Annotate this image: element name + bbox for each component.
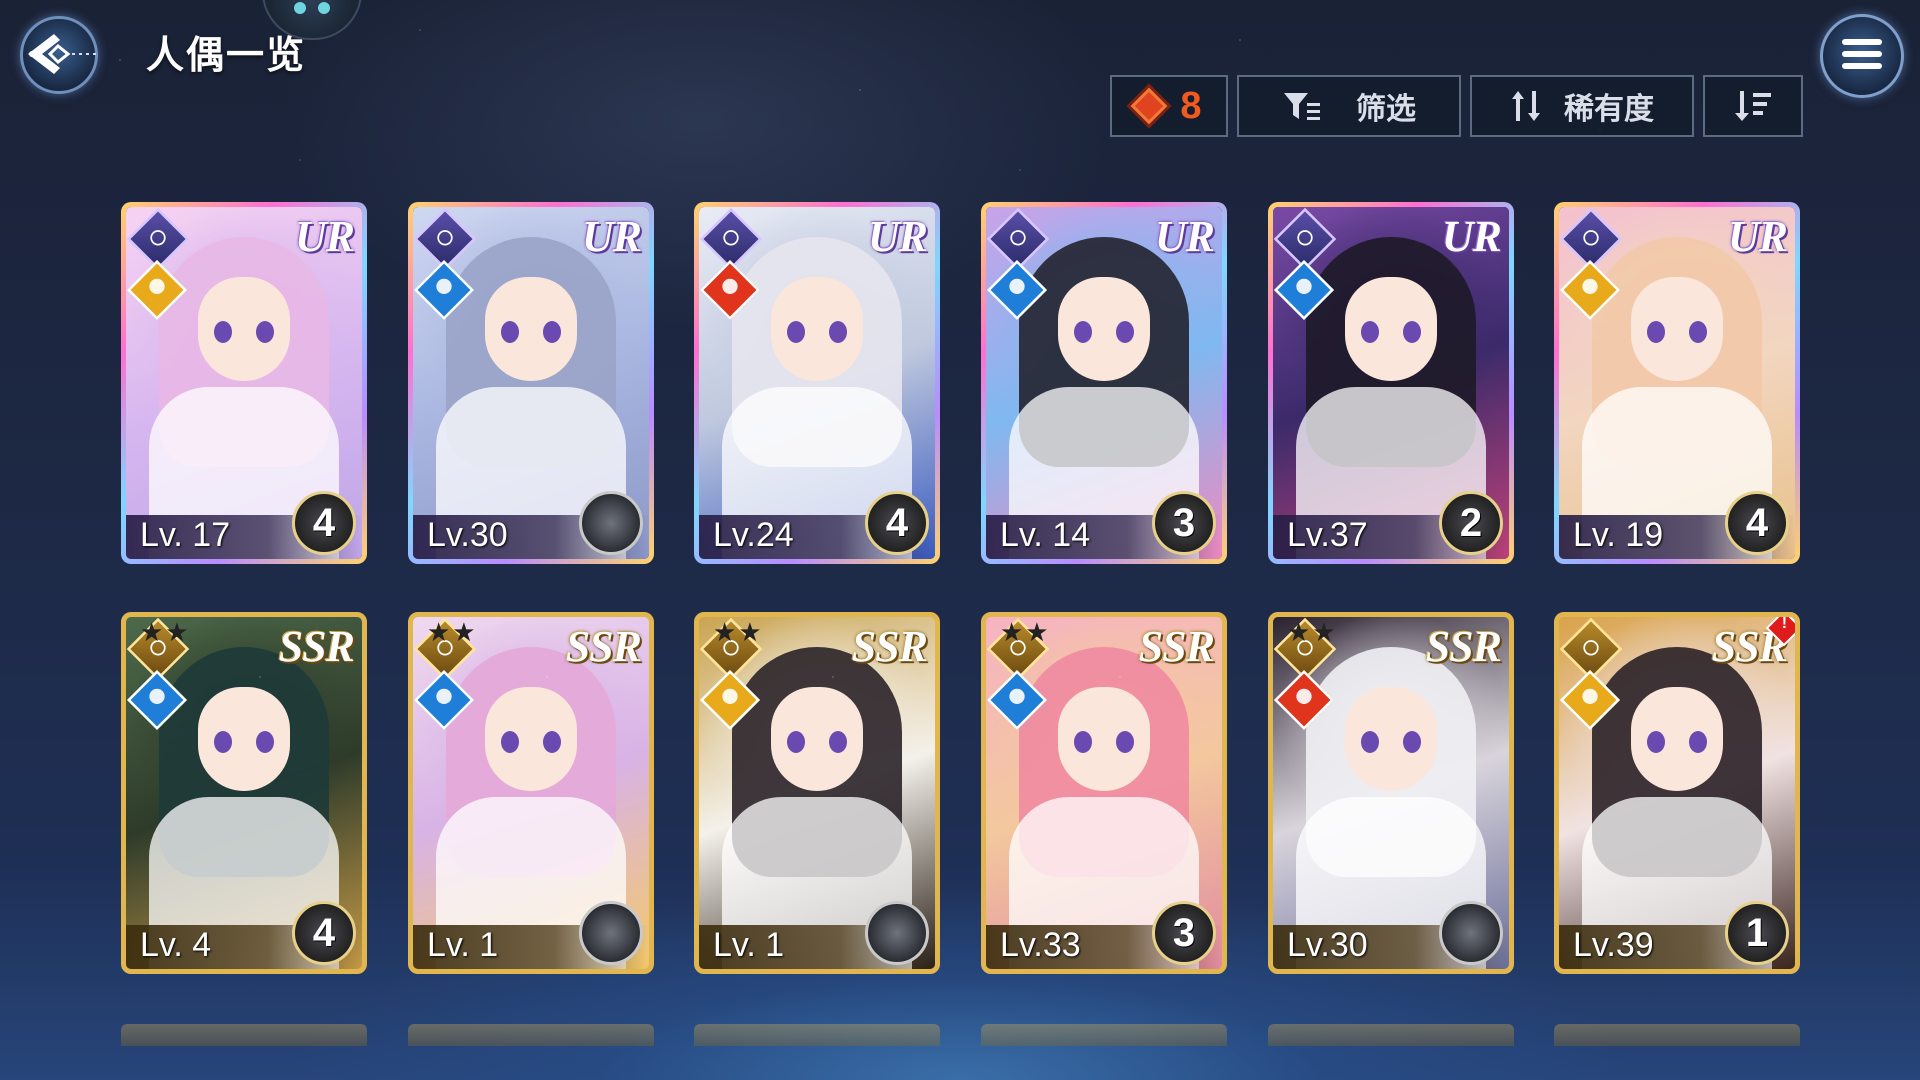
tier-badge: 3	[1152, 901, 1216, 965]
rarity-label: UR	[1727, 212, 1788, 261]
level-label: Lv. 1	[713, 926, 785, 964]
rarity-label: UR	[1441, 212, 1502, 261]
rarity-label: UR	[867, 212, 928, 261]
tier-badge: 4	[1725, 491, 1789, 555]
next-row-card	[1268, 1024, 1514, 1046]
doll-card[interactable]: SSR Lv.33 3 ★★	[981, 612, 1227, 974]
level-label: Lv. 17	[140, 516, 231, 554]
filter-label: 筛选	[1356, 93, 1416, 126]
doll-card[interactable]: UR Lv. 14 3	[981, 202, 1227, 564]
rarity-label: SSR	[1425, 622, 1502, 671]
doll-card[interactable]: SSR Lv. 1 ★★	[694, 612, 940, 974]
doll-card[interactable]: SSR Lv. 1 ★★	[408, 612, 654, 974]
doll-card[interactable]: UR Lv.30	[408, 202, 654, 564]
rarity-label: SSR	[1138, 622, 1215, 671]
rarity-label: SSR	[565, 622, 642, 671]
rarity-label: SSR	[278, 622, 355, 671]
level-label: Lv.39	[1573, 926, 1654, 964]
back-button[interactable]	[14, 14, 102, 94]
sort-rarity-button[interactable]: 稀有度	[1470, 75, 1694, 137]
gem-icon	[1131, 87, 1168, 125]
rarity-label: UR	[294, 212, 355, 261]
level-label: Lv. 1	[427, 926, 499, 964]
tier-badge: 3	[1152, 491, 1216, 555]
wing-emblem-icon	[579, 491, 643, 555]
doll-card[interactable]: UR Lv. 19 4	[1554, 202, 1800, 564]
next-row-card	[121, 1024, 367, 1046]
tier-badge: 1	[1725, 901, 1789, 965]
filter-button[interactable]: 筛选	[1237, 75, 1461, 137]
level-label: Lv.37	[1287, 516, 1368, 554]
level-label: Lv. 14	[1000, 516, 1091, 554]
level-label: Lv.30	[1287, 926, 1368, 964]
back-arrow-icon	[28, 34, 98, 74]
doll-card[interactable]: SSR Lv. 4 4 ★★	[121, 612, 367, 974]
tier-badge: 2	[1439, 491, 1503, 555]
level-label: Lv. 19	[1573, 516, 1664, 554]
rarity-label: SSR	[851, 622, 928, 671]
filter-icon	[1284, 93, 1320, 120]
page-title: 人偶一览	[146, 35, 307, 77]
wing-emblem-icon	[1439, 901, 1503, 965]
doll-card[interactable]: UR Lv.37 2	[1268, 202, 1514, 564]
doll-count-display: 8	[1110, 75, 1228, 137]
doll-card[interactable]: SSR Lv.30 ★★	[1268, 612, 1514, 974]
next-row-card	[408, 1024, 654, 1046]
doll-card[interactable]: SSR Lv.39 1	[1554, 612, 1800, 974]
sort-arrows-icon	[1512, 91, 1540, 121]
next-row-card	[694, 1024, 940, 1046]
tier-badge: 4	[292, 901, 356, 965]
next-row-card	[1554, 1024, 1800, 1046]
toolbar: 8 筛选 稀有度	[1110, 75, 1803, 141]
wing-emblem-icon	[865, 901, 929, 965]
level-label: Lv.24	[713, 516, 794, 554]
doll-card[interactable]: UR Lv. 17 4	[121, 202, 367, 564]
level-label: Lv.30	[427, 516, 508, 554]
level-label: Lv.33	[1000, 926, 1081, 964]
rarity-label: UR	[1154, 212, 1215, 261]
doll-card[interactable]: UR Lv.24 4	[694, 202, 940, 564]
menu-button[interactable]	[1820, 14, 1904, 98]
rarity-label: UR	[581, 212, 642, 261]
sort-order-button[interactable]	[1703, 75, 1803, 137]
sort-descending-icon	[1735, 91, 1771, 121]
level-label: Lv. 4	[140, 926, 212, 964]
wing-emblem-icon	[579, 901, 643, 965]
doll-count: 8	[1180, 84, 1202, 127]
next-row-card	[981, 1024, 1227, 1046]
tier-badge: 4	[865, 491, 929, 555]
sort-label: 稀有度	[1564, 93, 1654, 126]
tier-badge: 4	[292, 491, 356, 555]
